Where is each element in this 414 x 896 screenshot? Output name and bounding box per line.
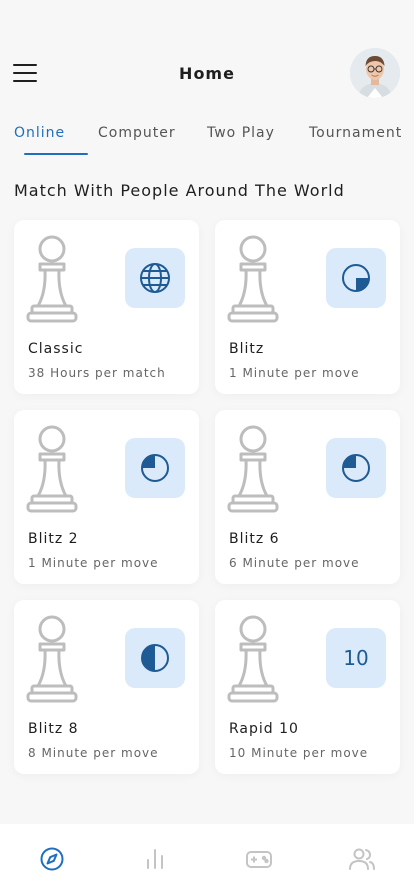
game-card-classic[interactable]: Classic 38 Hours per match [14, 220, 199, 394]
pawn-icon [227, 235, 279, 323]
pawn-icon [227, 425, 279, 513]
header: Home [0, 44, 414, 102]
mode-tabs: Online Computer Two Play Tournament [14, 125, 414, 155]
clock-quarter-icon [326, 438, 386, 498]
card-title: Blitz 6 [229, 531, 280, 547]
clock-quarter-icon [326, 248, 386, 308]
pawn-icon [227, 615, 279, 703]
card-title: Blitz [229, 341, 265, 357]
card-subtitle: 8 Minute per move [28, 746, 159, 760]
clock-half-icon [125, 628, 185, 688]
rapid-10-badge: 10 [326, 628, 386, 688]
card-title: Blitz 8 [28, 721, 79, 737]
pawn-icon [26, 425, 78, 513]
card-subtitle: 1 Minute per move [229, 366, 360, 380]
game-mode-grid: Classic 38 Hours per match Blitz 1 Minut… [14, 220, 400, 774]
card-title: Rapid 10 [229, 721, 299, 737]
card-subtitle: 10 Minute per move [229, 746, 369, 760]
game-card-blitz-8[interactable]: Blitz 8 8 Minute per move [14, 600, 199, 774]
game-card-blitz-2[interactable]: Blitz 2 1 Minute per move [14, 410, 199, 584]
card-title: Blitz 2 [28, 531, 79, 547]
card-subtitle: 6 Minute per move [229, 556, 360, 570]
game-card-rapid-10[interactable]: 10 Rapid 10 10 Minute per move [215, 600, 400, 774]
section-title: Match With People Around The World [14, 181, 345, 200]
bottom-nav [0, 824, 414, 896]
stats-icon [147, 849, 164, 869]
globe-icon [125, 248, 185, 308]
card-subtitle: 1 Minute per move [28, 556, 159, 570]
game-card-blitz-6[interactable]: Blitz 6 6 Minute per move [215, 410, 400, 584]
tab-tournament[interactable]: Tournament [309, 125, 402, 149]
game-card-blitz[interactable]: Blitz 1 Minute per move [215, 220, 400, 394]
clock-quarter-icon [125, 438, 185, 498]
card-title: Classic [28, 341, 84, 357]
nav-games[interactable] [235, 835, 283, 883]
tab-computer[interactable]: Computer [98, 125, 207, 149]
nav-explore[interactable] [28, 835, 76, 883]
compass-icon [40, 847, 64, 871]
nav-friends[interactable] [338, 835, 386, 883]
avatar[interactable] [350, 48, 400, 98]
pawn-icon [26, 235, 78, 323]
users-icon [349, 848, 376, 870]
pawn-icon [26, 615, 78, 703]
nav-stats[interactable] [131, 835, 179, 883]
gamepad-icon [245, 851, 272, 868]
tab-online[interactable]: Online [14, 125, 98, 155]
card-subtitle: 38 Hours per match [28, 366, 166, 380]
tab-two-play[interactable]: Two Play [207, 125, 309, 149]
